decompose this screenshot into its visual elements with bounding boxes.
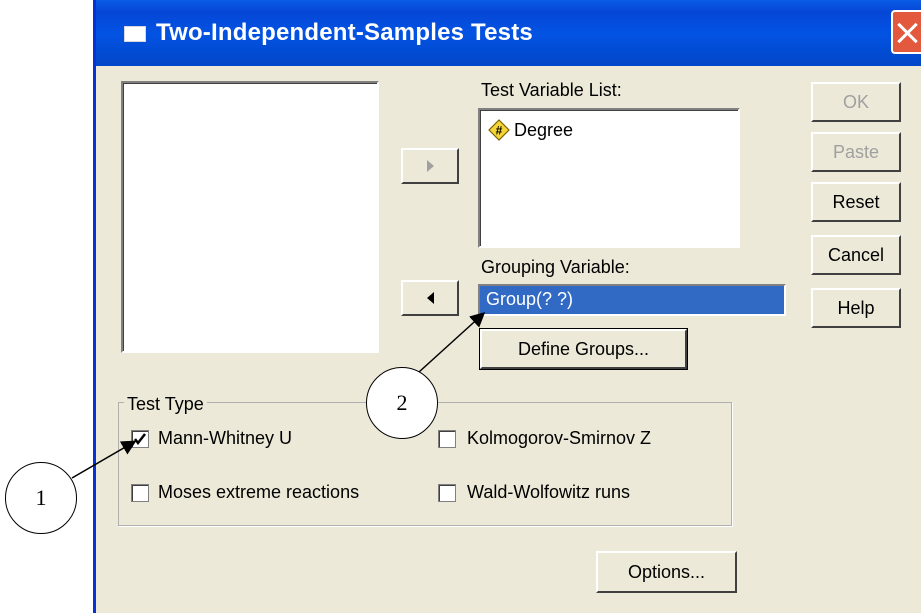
help-button[interactable]: Help [811,288,901,328]
mann-whitney-label[interactable]: Mann-Whitney U [158,428,292,449]
list-item-label: Degree [514,119,574,140]
two-independent-samples-dialog: Two-Independent-Samples Tests Test Varia… [93,0,921,613]
window-title: Two-Independent-Samples Tests [156,19,533,46]
annotation-marker-2: 2 [366,367,438,439]
scale-variable-icon: # [488,119,510,141]
kolmogorov-smirnov-label[interactable]: Kolmogorov-Smirnov Z [467,428,651,449]
ok-button[interactable]: OK [811,82,901,122]
annotation-marker-1: 1 [5,462,77,534]
close-button[interactable] [891,10,921,54]
test-type-label: Test Type [124,394,207,415]
wald-wolfowitz-checkbox[interactable] [438,484,456,502]
moses-extreme-label[interactable]: Moses extreme reactions [158,482,359,503]
moses-extreme-checkbox[interactable] [131,484,149,502]
cancel-button[interactable]: Cancel [811,235,901,275]
checkmark-icon [134,433,146,446]
arrow-left-icon [426,292,434,304]
title-bar[interactable]: Two-Independent-Samples Tests [96,0,921,66]
window-icon [124,26,146,42]
list-item[interactable]: # Degree [488,118,573,142]
test-variable-list-label: Test Variable List: [481,80,622,100]
move-to-test-list-button[interactable] [401,148,459,184]
arrow-right-icon [426,160,434,172]
test-variable-list[interactable]: # Degree [478,108,740,248]
wald-wolfowitz-label[interactable]: Wald-Wolfowitz runs [467,482,630,503]
mann-whitney-checkbox[interactable] [131,430,149,448]
source-variable-list[interactable] [121,81,379,353]
kolmogorov-smirnov-checkbox[interactable] [438,430,456,448]
define-groups-button[interactable]: Define Groups... [479,328,688,370]
reset-button[interactable]: Reset [811,182,901,222]
options-button[interactable]: Options... [596,551,737,593]
move-to-grouping-button[interactable] [401,280,459,316]
svg-text:#: # [496,124,503,138]
grouping-variable-label: Grouping Variable: [481,257,630,277]
grouping-variable-field[interactable]: Group(? ?) [478,284,786,316]
paste-button[interactable]: Paste [811,132,901,172]
